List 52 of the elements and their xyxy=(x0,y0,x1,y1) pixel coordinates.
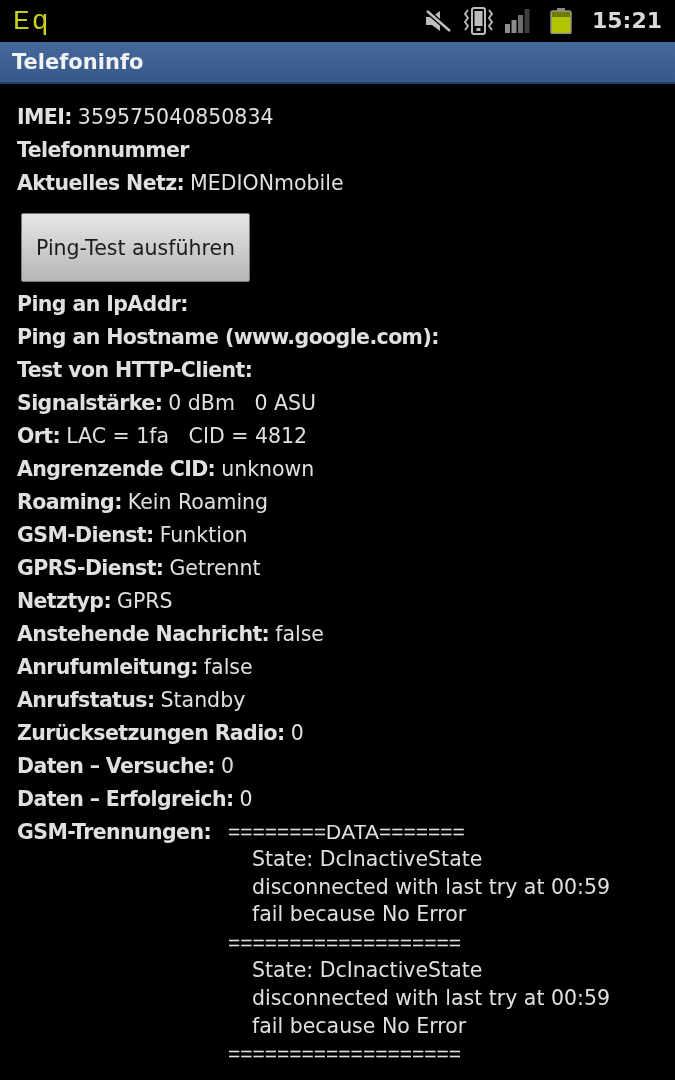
field-label: Zurücksetzungen Radio: xyxy=(17,720,285,747)
field-value: GPRS xyxy=(117,588,173,615)
field-label: Test von HTTP-Client: xyxy=(17,357,253,384)
field-label: Roaming: xyxy=(17,489,122,516)
field-label: Telefonnummer xyxy=(17,137,189,164)
field-label: IMEI: xyxy=(17,104,72,131)
log-line: State: DcInactiveState xyxy=(251,845,484,873)
mute-icon xyxy=(423,9,452,33)
field-label: Daten – Erfolgreich: xyxy=(17,786,234,813)
field-label: Daten – Versuche: xyxy=(17,753,215,780)
field-value: unknown xyxy=(221,456,315,483)
field-label: Aktuelles Netz: xyxy=(17,170,185,197)
clock-time: 15:21 xyxy=(591,10,662,32)
field-value: LAC = 1fa CID = 4812 xyxy=(66,423,308,450)
field-value: MEDIONmobile xyxy=(190,170,344,197)
field-value: 0 dBm 0 ASU xyxy=(168,390,316,417)
log-line: disconnected with last try at 00:59 xyxy=(251,984,611,1012)
field-value: 0 xyxy=(239,786,253,813)
field-label: Ping an Hostname (www.google.com): xyxy=(17,324,439,351)
field-label: Ort: xyxy=(17,423,61,450)
separator-line: =================== xyxy=(228,1041,462,1068)
field-label: GSM-Dienst: xyxy=(17,522,154,549)
field-label: GSM-Trennungen: xyxy=(17,819,211,846)
field-value: Kein Roaming xyxy=(127,489,269,516)
window-title: Telefoninfo xyxy=(12,50,144,74)
field-value: Standby xyxy=(160,687,246,714)
field-label: Anrufumleitung: xyxy=(17,654,198,681)
log-line: disconnected with last try at 00:59 xyxy=(251,873,611,901)
field-value: 0 xyxy=(220,753,234,780)
field-value: false xyxy=(203,654,253,681)
ping-test-button[interactable]: Ping-Test ausführen xyxy=(21,213,250,282)
signal-icon xyxy=(504,9,530,33)
field-label: Signalstärke: xyxy=(17,390,163,417)
log-line: fail because No Error xyxy=(251,901,468,929)
log-line: fail because No Error xyxy=(251,1012,468,1040)
battery-icon xyxy=(549,8,572,34)
field-value: 359575040850834 xyxy=(77,104,274,131)
field-label: GPRS-Dienst: xyxy=(17,555,164,582)
field-value: false xyxy=(275,621,324,648)
log-line: State: DcInactiveState xyxy=(251,957,484,984)
field-label: Netztyp: xyxy=(17,588,112,615)
field-value: Funktion xyxy=(159,522,248,549)
field-label: Anrufstatus: xyxy=(17,687,155,714)
field-value: Getrennt xyxy=(169,555,261,582)
notification-text: Eq xyxy=(13,8,51,36)
field-value: 0 xyxy=(290,720,304,747)
field-label: Anstehende Nachricht: xyxy=(17,621,270,648)
vibrate-icon xyxy=(463,7,493,35)
separator-line: ========DATA======= xyxy=(228,819,466,845)
field-label: Angrenzende CID: xyxy=(17,456,216,483)
separator-line: =================== xyxy=(228,930,462,957)
field-label: Ping an IpAddr: xyxy=(17,291,188,318)
